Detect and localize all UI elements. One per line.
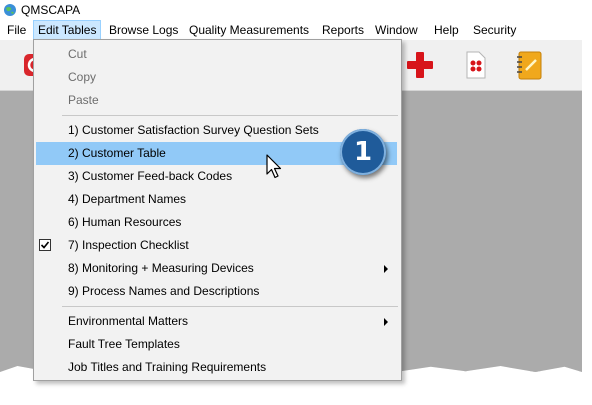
checkmark-icon — [39, 239, 51, 251]
menu-item-process-names[interactable]: 9) Process Names and Descriptions — [34, 280, 401, 303]
menu-reports[interactable]: Reports — [317, 20, 369, 40]
menu-item-paste[interactable]: Paste — [34, 89, 401, 112]
menu-quality-measurements[interactable]: Quality Measurements — [184, 20, 314, 40]
menu-separator — [62, 115, 398, 116]
title-bar: QMSCAPA — [0, 0, 582, 20]
menu-item-inspection-checklist[interactable]: 7) Inspection Checklist — [34, 234, 401, 257]
menu-item-label: 2) Customer Table — [68, 146, 166, 160]
menu-item-label: 9) Process Names and Descriptions — [68, 284, 260, 298]
submenu-arrow-icon — [384, 318, 388, 326]
menu-item-label: Cut — [68, 47, 87, 61]
menu-item-label: 4) Department Names — [68, 192, 187, 206]
menu-item-label: Paste — [68, 93, 99, 107]
menu-security[interactable]: Security — [468, 20, 521, 40]
add-icon[interactable] — [403, 48, 437, 82]
menu-item-label: Environmental Matters — [68, 314, 189, 328]
menu-separator — [62, 306, 398, 307]
menu-item-label: 8) Monitoring + Measuring Devices — [68, 261, 254, 275]
app-globe-icon — [4, 4, 16, 16]
mouse-cursor-icon — [266, 154, 282, 179]
notebook-icon[interactable] — [512, 48, 546, 82]
menu-file[interactable]: File — [2, 20, 31, 40]
submenu-arrow-icon — [384, 265, 388, 273]
menu-item-environmental-matters[interactable]: Environmental Matters — [34, 310, 401, 333]
menu-item-label: 1) Customer Satisfaction Survey Question… — [68, 123, 319, 137]
menu-item-label: Fault Tree Templates — [68, 337, 180, 351]
menu-item-copy[interactable]: Copy — [34, 66, 401, 89]
menu-item-label: Copy — [68, 70, 97, 84]
menu-item-job-titles[interactable]: Job Titles and Training Requirements — [34, 356, 401, 379]
menu-item-label: 7) Inspection Checklist — [68, 238, 189, 252]
menu-help[interactable]: Help — [429, 20, 464, 40]
menu-item-human-resources[interactable]: 6) Human Resources — [34, 211, 401, 234]
targets-icon[interactable] — [458, 48, 492, 82]
edit-tables-dropdown: Cut Copy Paste 1) Customer Satisfaction … — [33, 39, 402, 381]
window-title: QMSCAPA — [21, 3, 81, 17]
menu-bar: File Edit Tables Browse Logs Quality Mea… — [0, 20, 582, 40]
menu-item-label: Job Titles and Training Requirements — [68, 360, 267, 374]
menu-item-monitoring-measuring-devices[interactable]: 8) Monitoring + Measuring Devices — [34, 257, 401, 280]
menu-item-fault-tree-templates[interactable]: Fault Tree Templates — [34, 333, 401, 356]
menu-browse-logs[interactable]: Browse Logs — [104, 20, 183, 40]
menu-item-label: 3) Customer Feed-back Codes — [68, 169, 233, 183]
menu-item-department-names[interactable]: 4) Department Names — [34, 188, 401, 211]
step-callout-badge: 1 — [340, 129, 386, 175]
menu-edit-tables[interactable]: Edit Tables — [33, 20, 102, 40]
menu-item-label: 6) Human Resources — [68, 215, 182, 229]
menu-item-cut[interactable]: Cut — [34, 43, 401, 66]
menu-window[interactable]: Window — [370, 20, 423, 40]
